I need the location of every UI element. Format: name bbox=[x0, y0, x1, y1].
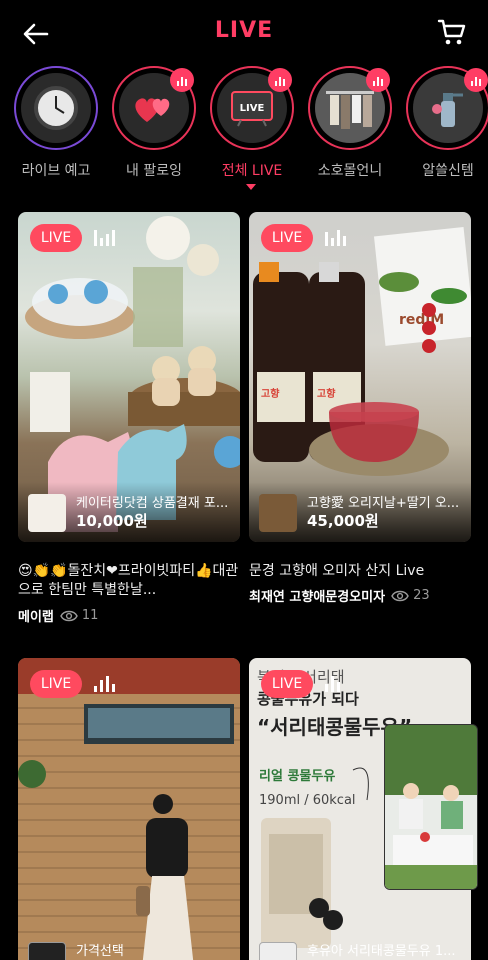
view-count-group: 23 bbox=[391, 588, 430, 603]
svg-text:고향: 고향 bbox=[317, 387, 336, 400]
svg-text:LIVE: LIVE bbox=[240, 103, 265, 114]
live-card[interactable]: rediM 고향 고향 LIVE 고향愛 오리지날+딸기 오... 45,000… bbox=[249, 212, 471, 542]
product-thumbnail bbox=[259, 942, 297, 960]
cart-icon bbox=[437, 19, 466, 45]
spray-bottle-icon bbox=[432, 93, 463, 127]
live-signal-badge bbox=[464, 68, 488, 92]
hearts-icon bbox=[135, 98, 170, 122]
live-title[interactable]: 😍👏👏돌잔치❤프라이빗파티👍대관으로 한팀만 특별한날... bbox=[18, 562, 240, 600]
svg-text:고향: 고향 bbox=[261, 387, 280, 400]
brand-text: rediM bbox=[399, 312, 444, 328]
view-count: 11 bbox=[81, 608, 99, 623]
live-card[interactable]: LIVE 가격선택 bbox=[18, 658, 240, 960]
header: LIVE bbox=[0, 0, 488, 66]
host-name: 메이랩 bbox=[18, 610, 54, 625]
product-price: 10,000원 bbox=[76, 512, 148, 530]
product-info[interactable]: 가격선택 bbox=[28, 940, 238, 960]
product-thumbnail bbox=[28, 942, 66, 960]
live-signal-icon bbox=[325, 676, 340, 692]
category-thumb bbox=[14, 66, 98, 150]
live-badge: LIVE bbox=[261, 224, 313, 252]
product-name: 케이터링닷컴 상품결재 포... bbox=[76, 496, 229, 511]
live-badge: LIVE bbox=[261, 670, 313, 698]
category-item-all-live[interactable]: LIVE 전체 LIVE bbox=[200, 66, 300, 191]
category-label: 전체 LIVE bbox=[221, 163, 283, 179]
live-card[interactable]: LIVE 케이터링닷컴 상품결재 포... 10,000원 bbox=[18, 212, 240, 542]
host-name: 최재연 고향애문경오미자 bbox=[249, 590, 386, 605]
tv-live-icon: LIVE bbox=[231, 91, 273, 127]
live-badge: LIVE bbox=[30, 224, 82, 252]
live-meta: 메이랩 11 bbox=[18, 606, 98, 625]
live-signal-badge bbox=[268, 68, 292, 92]
category-item-soho-mall[interactable]: 소호몰언니 bbox=[298, 66, 398, 191]
product-thumbnail bbox=[28, 494, 66, 532]
category-label: 내 팔로잉 bbox=[126, 163, 182, 179]
page-title: LIVE bbox=[214, 18, 274, 43]
live-meta: 최재연 고향애문경오미자 23 bbox=[249, 586, 430, 605]
live-badge: LIVE bbox=[30, 670, 82, 698]
product-thumbnail bbox=[259, 494, 297, 532]
product-info[interactable]: 고향愛 오리지날+딸기 오... 45,000원 bbox=[259, 492, 469, 534]
clothes-rack-icon bbox=[326, 91, 374, 129]
eye-icon bbox=[391, 590, 409, 601]
category-label: 알쓸신템 bbox=[422, 163, 474, 179]
category-label: 소호몰언니 bbox=[317, 163, 383, 179]
product-name: 가격선택 bbox=[76, 944, 124, 959]
overlay-text: 190ml / 60kcal bbox=[259, 793, 356, 808]
eye-icon bbox=[60, 610, 78, 621]
category-bar: 라이브 예고 내 팔로잉 LIVE 전체 LIVE 소호몰언니 알쓸신템 bbox=[0, 66, 488, 196]
live-signal-icon bbox=[325, 230, 346, 246]
live-signal-badge bbox=[366, 68, 390, 92]
live-signal-badge bbox=[170, 68, 194, 92]
view-count: 23 bbox=[413, 588, 430, 603]
product-info[interactable]: 케이터링닷컴 상품결재 포... 10,000원 bbox=[28, 492, 238, 534]
live-title[interactable]: 문경 고향애 오미자 산지 Live bbox=[249, 562, 471, 581]
active-indicator bbox=[246, 184, 256, 190]
category-item-useful-items[interactable]: 알쓸신템 bbox=[396, 66, 488, 191]
product-name: 고향愛 오리지날+딸기 오... bbox=[307, 496, 460, 511]
product-price: 45,000원 bbox=[307, 512, 379, 530]
live-signal-icon bbox=[94, 676, 115, 692]
overlay-text: 리얼 콩물두유 bbox=[259, 768, 335, 784]
view-count-group: 11 bbox=[60, 608, 99, 623]
category-label: 라이브 예고 bbox=[21, 163, 91, 179]
category-item-following[interactable]: 내 팔로잉 bbox=[102, 66, 202, 191]
cart-button[interactable] bbox=[434, 14, 470, 50]
live-signal-icon bbox=[94, 230, 115, 246]
clock-icon bbox=[34, 86, 78, 130]
live-thumbnail bbox=[18, 658, 240, 960]
category-item-live-preview[interactable]: 라이브 예고 bbox=[4, 66, 104, 191]
pip-video[interactable] bbox=[384, 724, 478, 890]
product-info[interactable]: 후유아 서리태콩물두유 1... bbox=[259, 940, 469, 960]
product-name: 후유아 서리태콩물두유 1... bbox=[307, 944, 456, 959]
